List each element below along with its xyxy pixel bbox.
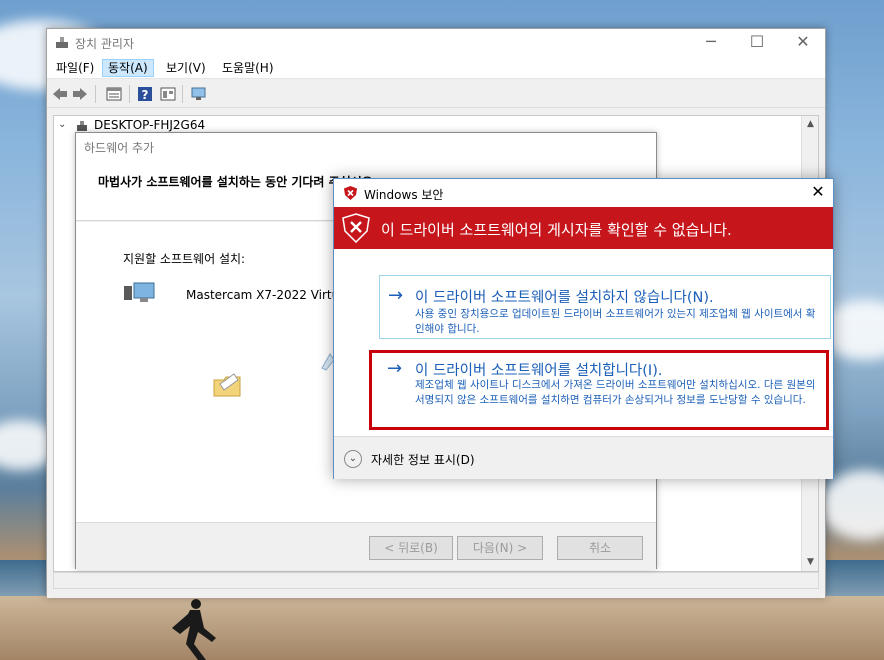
back-button[interactable]: < 뒤로(B) <box>369 536 453 560</box>
view-resources-icon[interactable] <box>159 85 177 103</box>
scroll-down-arrow[interactable]: ▼ <box>802 554 819 571</box>
toolbar: ? <box>47 80 825 108</box>
menu-file[interactable]: 파일(F) <box>51 60 99 78</box>
toolbar-separator <box>182 85 183 103</box>
horizontal-scrollbar[interactable] <box>53 572 819 589</box>
network-adapter-icon <box>124 282 155 302</box>
menu-action[interactable]: 동작(A) <box>102 59 154 77</box>
toolbar-separator <box>129 85 130 103</box>
computer-icon <box>77 121 87 131</box>
dont-install-title: 이 드라이버 소프트웨어를 설치하지 않습니다(N). <box>415 290 714 306</box>
properties-icon[interactable] <box>105 85 123 103</box>
folder-animation-icon <box>213 373 241 397</box>
install-description: 제조업체 웹 사이트나 디스크에서 가져온 드라이버 소프트웨어만 설치하십시오… <box>415 379 816 406</box>
wizard-subheading: 지원할 소프트웨어 설치: <box>123 252 246 266</box>
wizard-titlebar: 하드웨어 추가 <box>76 133 656 159</box>
menu-help[interactable]: 도움말(H) <box>217 60 279 78</box>
dont-install-description: 사용 중인 장치용으로 업데이트된 드라이버 소프트웨어가 있는지 제조업체 웹… <box>415 308 816 335</box>
svg-text:?: ? <box>142 88 149 102</box>
warning-banner: 이 드라이버 소프트웨어의 게시자를 확인할 수 없습니다. <box>334 207 833 249</box>
next-button[interactable]: 다음(N) > <box>457 536 543 560</box>
install-title: 이 드라이버 소프트웨어를 설치합니다(I). <box>415 363 663 379</box>
shield-error-icon <box>344 186 357 200</box>
warning-banner-text: 이 드라이버 소프트웨어의 게시자를 확인할 수 없습니다. <box>381 221 732 239</box>
security-titlebar: Windows 보안 ✕ <box>334 179 833 207</box>
shield-error-icon <box>342 213 370 243</box>
tree-root-computer[interactable]: DESKTOP-FHJ2G64 <box>94 118 205 132</box>
show-details-link[interactable]: 자세한 정보 표시(D) <box>371 451 475 468</box>
help-icon[interactable]: ? <box>136 85 154 103</box>
maximize-button[interactable]: ☐ <box>734 29 780 57</box>
status-bar <box>47 590 825 598</box>
device-manager-titlebar: 장치 관리자 ─ ☐ ✕ <box>47 29 825 57</box>
device-manager-icon <box>56 37 68 48</box>
window-title: 장치 관리자 <box>75 37 135 51</box>
close-button[interactable]: ✕ <box>803 179 833 207</box>
security-footer: ⌄ 자세한 정보 표시(D) <box>334 436 833 479</box>
device-name: Mastercam X7-2022 Virtual <box>186 288 350 302</box>
security-title: Windows 보안 <box>364 188 444 202</box>
menu-view[interactable]: 보기(V) <box>161 60 211 78</box>
arrow-right-icon: → <box>388 285 404 306</box>
dont-install-option[interactable]: → 이 드라이버 소프트웨어를 설치하지 않습니다(N). 사용 중인 장치용으… <box>379 275 831 339</box>
menu-bar: 파일(F) 동작(A) 보기(V) 도움말(H) <box>47 57 825 79</box>
beach <box>0 596 884 660</box>
arrow-right-icon: → <box>387 358 403 379</box>
chevron-down-icon[interactable]: ⌄ <box>344 450 362 468</box>
wizard-footer: < 뒤로(B) 다음(N) > 취소 <box>76 522 656 570</box>
install-option[interactable]: → 이 드라이버 소프트웨어를 설치합니다(I). 제조업체 웹 사이트나 디스… <box>369 350 829 430</box>
cancel-button[interactable]: 취소 <box>557 536 643 560</box>
runner-silhouette <box>172 599 216 660</box>
forward-arrow-icon[interactable] <box>71 85 89 103</box>
wizard-title: 하드웨어 추가 <box>84 141 155 155</box>
cloud <box>820 470 884 540</box>
chevron-down-icon[interactable]: ⌄ <box>58 119 66 130</box>
close-button[interactable]: ✕ <box>780 29 826 57</box>
windows-security-dialog: Windows 보안 ✕ 이 드라이버 소프트웨어의 게시자를 확인할 수 없습… <box>333 178 834 479</box>
back-arrow-icon[interactable] <box>51 85 69 103</box>
scan-hardware-icon[interactable] <box>190 85 208 103</box>
toolbar-separator <box>95 85 96 103</box>
scroll-up-arrow[interactable]: ▲ <box>802 116 819 133</box>
minimize-button[interactable]: ─ <box>688 29 734 57</box>
